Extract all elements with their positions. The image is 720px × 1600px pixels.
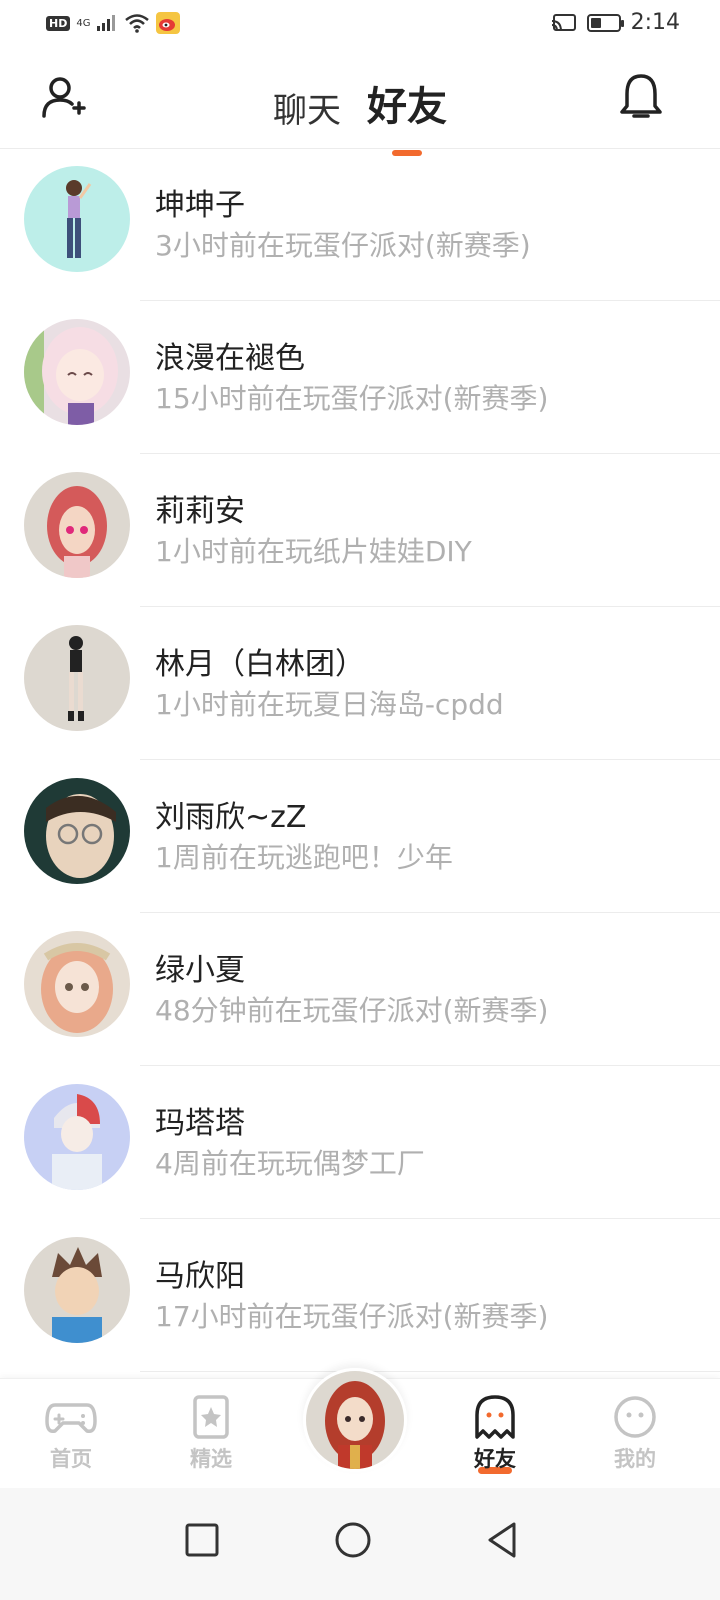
top-header: 聊天 好友 [0, 50, 720, 156]
avatar[interactable] [24, 931, 130, 1037]
hd-badge: HD [46, 15, 71, 31]
friend-status: 17小时前在玩蛋仔派对(新赛季) [155, 1300, 549, 1333]
tab-friends[interactable]: 好友 [367, 74, 447, 156]
friend-name: 绿小夏 [155, 953, 245, 988]
friend-name: 玛塔塔 [155, 1106, 245, 1141]
friend-row[interactable]: 绿小夏 48分钟前在玩蛋仔派对(新赛季) [0, 913, 720, 1066]
nav-featured[interactable]: 精选 [166, 1395, 256, 1473]
nav-me-label: 我的 [614, 1447, 656, 1471]
wifi-icon [125, 14, 150, 33]
recent-apps-icon[interactable] [172, 1510, 232, 1570]
friend-status: 15小时前在玩蛋仔派对(新赛季) [155, 382, 549, 415]
friend-status: 1小时前在玩夏日海岛-cpdd [155, 688, 504, 721]
nav-friends[interactable]: 好友 [450, 1395, 540, 1474]
friend-status: 1小时前在玩纸片娃娃DIY [155, 535, 472, 568]
system-nav-bar [0, 1488, 720, 1600]
friend-name: 坤坤子 [155, 188, 245, 223]
friend-row[interactable]: 马欣阳 17小时前在玩蛋仔派对(新赛季) [0, 1219, 720, 1372]
bell-icon[interactable] [618, 72, 664, 122]
avatar[interactable] [24, 1237, 130, 1343]
home-icon[interactable] [323, 1510, 383, 1570]
tab-friends-label: 好友 [367, 84, 447, 130]
signal-icon [97, 15, 116, 31]
ghost-icon [475, 1395, 515, 1439]
friend-status: 1周前在玩逃跑吧！少年 [155, 841, 453, 874]
friend-name: 莉莉安 [155, 494, 245, 529]
friend-name: 刘雨欣~zZ [155, 800, 307, 835]
avatar[interactable] [24, 166, 130, 272]
cast-icon [551, 13, 576, 31]
battery-icon [586, 13, 624, 32]
friend-row[interactable]: 玛塔塔 4周前在玩玩偶梦工厂 [0, 1066, 720, 1219]
friend-status: 3小时前在玩蛋仔派对(新赛季) [155, 229, 531, 262]
status-bar: HD 4G 2:14 [0, 0, 720, 50]
friend-status: 4周前在玩玩偶梦工厂 [155, 1147, 425, 1180]
top-tabs: 聊天 好友 [0, 74, 720, 156]
status-right: 2:14 [551, 10, 680, 35]
smiley-icon [614, 1396, 656, 1438]
nav-featured-label: 精选 [190, 1447, 232, 1471]
my-avatar-button[interactable] [303, 1368, 407, 1472]
network-type: 4G [76, 17, 91, 29]
nav-me[interactable]: 我的 [590, 1395, 680, 1473]
friend-row[interactable]: 坤坤子 3小时前在玩蛋仔派对(新赛季) [0, 148, 720, 301]
weibo-icon [156, 12, 181, 34]
star-badge-icon [193, 1395, 229, 1439]
tab-chat[interactable]: 聊天 [273, 83, 341, 132]
friend-name: 林月（白林团） [155, 647, 365, 682]
avatar[interactable] [24, 778, 130, 884]
nav-home[interactable]: 首页 [26, 1395, 116, 1473]
friend-row[interactable]: 浪漫在褪色 15小时前在玩蛋仔派对(新赛季) [0, 301, 720, 454]
avatar[interactable] [24, 625, 130, 731]
friend-name: 浪漫在褪色 [155, 341, 305, 376]
friend-name: 马欣阳 [155, 1259, 245, 1294]
friend-status: 48分钟前在玩蛋仔派对(新赛季) [155, 994, 549, 1027]
back-icon[interactable] [472, 1510, 532, 1570]
avatar[interactable] [24, 319, 130, 425]
friend-list: 坤坤子 3小时前在玩蛋仔派对(新赛季) 浪漫在褪色 15小时前在玩蛋仔派对(新赛… [0, 148, 720, 1372]
nav-home-label: 首页 [50, 1447, 92, 1471]
nav-friends-label: 好友 [474, 1447, 516, 1471]
friend-row[interactable]: 林月（白林团） 1小时前在玩夏日海岛-cpdd [0, 607, 720, 760]
friend-row[interactable]: 刘雨欣~zZ 1周前在玩逃跑吧！少年 [0, 760, 720, 913]
row-divider [140, 1371, 720, 1372]
gamepad-icon [45, 1403, 97, 1434]
clock: 2:14 [630, 10, 680, 35]
avatar[interactable] [24, 472, 130, 578]
avatar[interactable] [24, 1084, 130, 1190]
status-left: HD 4G [46, 12, 181, 34]
friend-row[interactable]: 莉莉安 1小时前在玩纸片娃娃DIY [0, 454, 720, 607]
